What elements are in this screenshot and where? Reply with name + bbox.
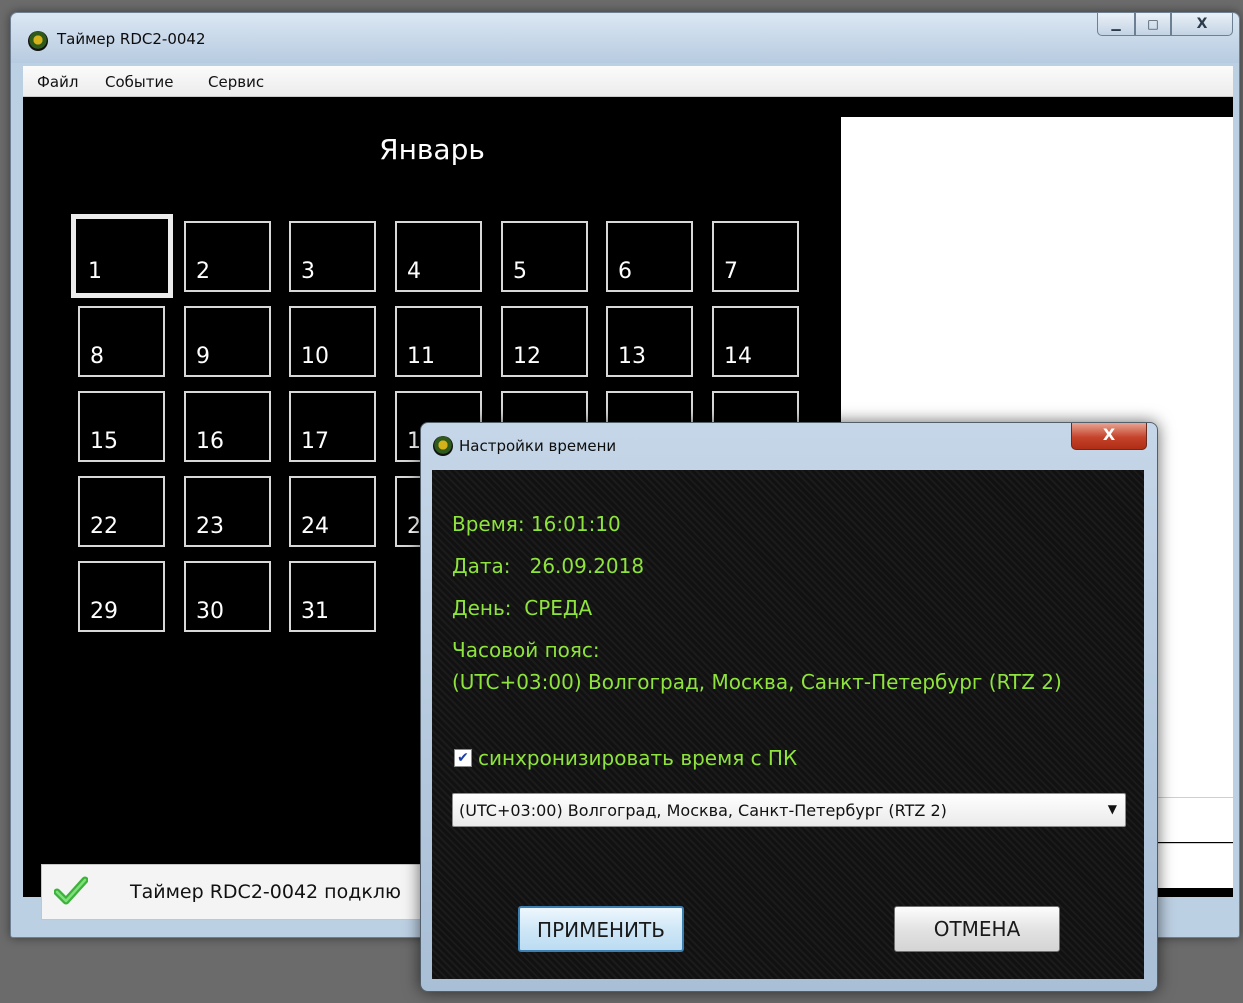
timezone-value: (UTC+03:00) Волгоград, Москва, Санкт-Пет…: [452, 670, 1062, 694]
day-cell[interactable]: 29: [78, 561, 165, 632]
day-number: 30: [196, 599, 224, 624]
month-title: Январь: [379, 133, 485, 166]
cancel-button[interactable]: ОТМЕНА: [894, 906, 1060, 952]
day-number: 14: [724, 344, 752, 369]
day-number: 24: [301, 514, 329, 539]
menu-event[interactable]: Событие: [105, 73, 173, 91]
connection-status-bar: Таймер RDC2-0042 подклю: [41, 864, 443, 920]
sync-row: ✔ синхронизировать время с ПК: [454, 746, 797, 770]
day-cell[interactable]: 16: [184, 391, 271, 462]
day-cell[interactable]: 23: [184, 476, 271, 547]
day-number: 3: [301, 259, 315, 284]
day-cell[interactable]: 4: [395, 221, 482, 292]
day-number: 4: [407, 259, 421, 284]
day-cell[interactable]: 9: [184, 306, 271, 377]
day-cell[interactable]: 31: [289, 561, 376, 632]
time-value: Время: 16:01:10: [452, 512, 621, 536]
day-cell[interactable]: 3: [289, 221, 376, 292]
day-cell[interactable]: 12: [501, 306, 588, 377]
day-number: 7: [724, 259, 738, 284]
checkmark-icon: [54, 876, 88, 905]
dialog-close-button[interactable]: X: [1071, 423, 1147, 450]
main-title-bar[interactable]: Таймер RDC2-0042 ▁ □ X: [11, 13, 1239, 63]
day-number: 17: [301, 429, 329, 454]
date-value: Дата: 26.09.2018: [452, 554, 645, 578]
day-number: 12: [513, 344, 541, 369]
apply-button[interactable]: ПРИМЕНИТЬ: [518, 906, 684, 952]
day-cell[interactable]: 1: [71, 214, 173, 298]
sync-checkbox[interactable]: ✔: [454, 749, 472, 767]
maximize-button[interactable]: □: [1135, 13, 1171, 36]
app-icon: [433, 436, 453, 456]
day-cell[interactable]: 24: [289, 476, 376, 547]
day-cell[interactable]: 14: [712, 306, 799, 377]
day-number: 8: [90, 344, 104, 369]
window-title: Таймер RDC2-0042: [57, 30, 206, 48]
day-cell[interactable]: 11: [395, 306, 482, 377]
day-cell[interactable]: 30: [184, 561, 271, 632]
day-cell[interactable]: 13: [606, 306, 693, 377]
day-number: 6: [618, 259, 632, 284]
day-cell[interactable]: 17: [289, 391, 376, 462]
day-cell[interactable]: 22: [78, 476, 165, 547]
timezone-label: Часовой пояс:: [452, 638, 600, 662]
dropdown-arrow-icon[interactable]: ▼: [1108, 802, 1117, 816]
day-number: 11: [407, 344, 435, 369]
status-text: Таймер RDC2-0042 подклю: [130, 881, 401, 903]
day-number: 29: [90, 599, 118, 624]
day-number: 16: [196, 429, 224, 454]
day-cell[interactable]: 6: [606, 221, 693, 292]
dialog-title: Настройки времени: [459, 437, 617, 455]
day-number: 5: [513, 259, 527, 284]
day-cell[interactable]: 10: [289, 306, 376, 377]
window-controls: ▁ □ X: [1097, 13, 1233, 37]
menu-service[interactable]: Сервис: [208, 73, 264, 91]
app-icon: [28, 31, 48, 51]
day-number: 9: [196, 344, 210, 369]
day-number: 22: [90, 514, 118, 539]
sync-label[interactable]: синхронизировать время с ПК: [478, 746, 797, 770]
day-number: 13: [618, 344, 646, 369]
day-number: 31: [301, 599, 329, 624]
menu-file[interactable]: Файл: [37, 73, 78, 91]
timezone-select[interactable]: (UTC+03:00) Волгоград, Москва, Санкт-Пет…: [452, 793, 1126, 827]
day-number: 1: [88, 259, 102, 284]
time-settings-dialog: Настройки времени X Время: 16:01:10 Дата…: [420, 422, 1158, 992]
dialog-body: Время: 16:01:10 Дата: 26.09.2018 День: С…: [432, 470, 1144, 979]
day-number: 15: [90, 429, 118, 454]
close-button[interactable]: X: [1171, 13, 1233, 36]
menu-bar: Файл Событие Сервис: [23, 66, 1233, 97]
day-number: 2: [196, 259, 210, 284]
day-cell[interactable]: 8: [78, 306, 165, 377]
dialog-title-bar[interactable]: Настройки времени X: [421, 423, 1157, 469]
day-cell[interactable]: 15: [78, 391, 165, 462]
day-number: 23: [196, 514, 224, 539]
day-cell[interactable]: 2: [184, 221, 271, 292]
day-value: День: СРЕДА: [452, 596, 593, 620]
day-cell[interactable]: 7: [712, 221, 799, 292]
day-cell[interactable]: 5: [501, 221, 588, 292]
day-number: 10: [301, 344, 329, 369]
timezone-select-value: (UTC+03:00) Волгоград, Москва, Санкт-Пет…: [459, 801, 947, 820]
minimize-button[interactable]: ▁: [1097, 13, 1135, 36]
